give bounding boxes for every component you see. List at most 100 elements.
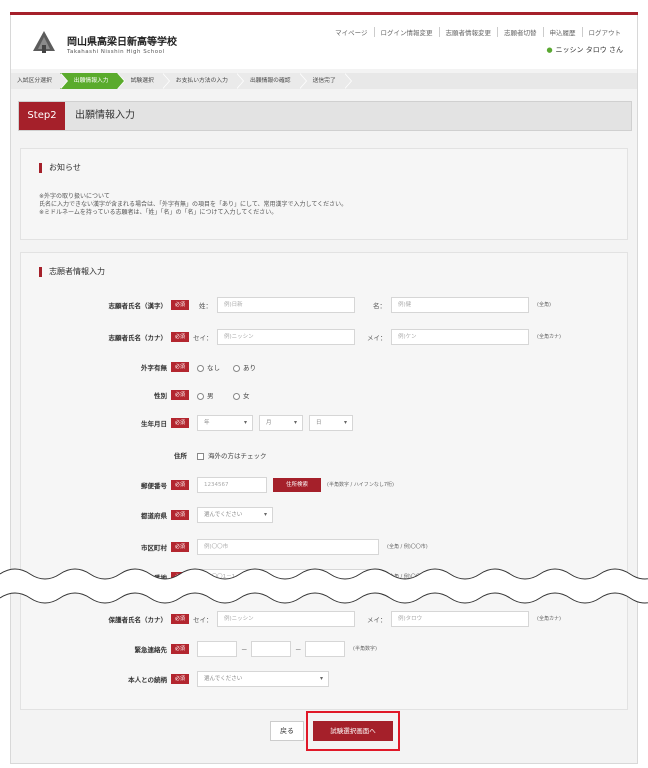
- phone-part2-input[interactable]: [251, 641, 291, 657]
- user-info: ● ニッシン タロウ さん: [546, 45, 623, 55]
- note-city: (全角 / 例)〇〇市): [387, 544, 428, 550]
- nav-history[interactable]: 申込履歴: [542, 27, 582, 37]
- mei-label: 名：: [373, 302, 386, 310]
- guardian-sei-label: セイ：: [193, 616, 213, 624]
- notice-line: ※ミドルネームを持っている志願者は、「姓」「名」の「名」につけて入力してください…: [39, 209, 278, 216]
- row-gaiji: 外字有無 必須 なし あり: [21, 359, 629, 375]
- radio-icon[interactable]: [233, 364, 240, 372]
- birth-month-select[interactable]: 月 ▾: [259, 415, 303, 431]
- label-gender: 性別: [154, 392, 167, 400]
- label-birthdate: 生年月日: [141, 420, 167, 428]
- notice-line: ※外字の取り扱いについて: [39, 193, 110, 200]
- phone-part3-input[interactable]: [305, 641, 345, 657]
- school-name[interactable]: 岡山県高梁日新高等学校: [67, 33, 177, 48]
- step-4: お支払い方法の入力: [161, 73, 245, 89]
- nav-applicant-info[interactable]: 志願者情報変更: [438, 27, 498, 37]
- applicant-form-panel: 志願者情報入力 志願者氏名（漢字） 必須 姓： 例)日新 名： 例)健 (全角)…: [20, 252, 628, 710]
- required-badge: 必須: [171, 418, 189, 428]
- birth-day-select[interactable]: 日 ▾: [309, 415, 353, 431]
- back-button[interactable]: 戻る: [270, 721, 304, 741]
- row-address: 住所 海外の方はチェック: [21, 447, 629, 463]
- label-prefecture: 都道府県: [141, 512, 167, 520]
- sei-input[interactable]: 例)日新: [217, 297, 355, 313]
- sei-kana-input[interactable]: 例)ニッシン: [217, 329, 355, 345]
- gender-male-radio[interactable]: 男: [197, 390, 214, 400]
- required-badge: 必須: [171, 644, 189, 654]
- overseas-checkbox[interactable]: 海外の方はチェック: [197, 450, 267, 460]
- notice-panel: お知らせ ※外字の取り扱いについて 氏名に入力できない漢字が含まれる場合は、「外…: [20, 148, 628, 240]
- label-address: 住所: [174, 452, 187, 460]
- radio-icon[interactable]: [197, 364, 204, 372]
- row-emergency: 緊急連絡先 必須 － － (半角数字): [21, 641, 629, 657]
- chevron-down-icon: ▾: [243, 419, 247, 426]
- step-1: 入試区分選択: [11, 73, 68, 89]
- notice-line: 氏名に入力できない漢字が含まれる場合は、「外字有無」の項目を「あり」にして、常用…: [39, 201, 348, 208]
- row-birthdate: 生年月日 必須 年 ▾ 月 ▾ 日 ▾: [21, 415, 629, 431]
- step-header: Step2 出願情報入力: [18, 101, 632, 131]
- row-gender: 性別 必須 男 女: [21, 387, 629, 403]
- guardian-mei-input[interactable]: 例)タロウ: [391, 611, 529, 627]
- required-badge: 必須: [171, 480, 189, 490]
- label-name-kana: 志願者氏名（カナ）: [108, 334, 168, 342]
- label-name-kanji: 志願者氏名（漢字）: [108, 302, 168, 310]
- school-name-en: Takahashi Nisshin High School: [67, 49, 165, 55]
- nav-mypage[interactable]: マイページ: [329, 27, 373, 37]
- top-nav: マイページ ログイン情報変更 志願者情報変更 志願者切替 申込履歴 ログアウト: [329, 27, 627, 37]
- nav-login-info[interactable]: ログイン情報変更: [373, 27, 439, 37]
- step-badge: Step2: [19, 102, 65, 130]
- form-title: 志願者情報入力: [39, 267, 105, 277]
- note-fullwidth: (全角): [537, 302, 551, 308]
- notice-text: ※外字の取り扱いについて 氏名に入力できない漢字が含まれる場合は、「外字有無」の…: [39, 193, 347, 217]
- radio-icon[interactable]: [233, 392, 240, 400]
- guardian-sei-input[interactable]: 例)ニッシン: [217, 611, 355, 627]
- sei-label: 姓：: [199, 302, 212, 310]
- row-zip: 郵便番号 必須 1234567 住所検索 (半角数字 / ハイフンなし7桁): [21, 477, 629, 493]
- nav-switch-applicant[interactable]: 志願者切替: [497, 27, 543, 37]
- gender-female-radio[interactable]: 女: [233, 390, 250, 400]
- chevron-down-icon: ▾: [319, 675, 323, 682]
- row-name-kanji: 志願者氏名（漢字） 必須 姓： 例)日新 名： 例)健 (全角): [21, 297, 629, 313]
- phone-dash: －: [241, 646, 248, 654]
- address-search-button[interactable]: 住所検索: [273, 478, 321, 492]
- relation-select[interactable]: 選んでください ▾: [197, 671, 329, 687]
- label-gaiji: 外字有無: [141, 364, 167, 372]
- notice-title: お知らせ: [39, 163, 81, 173]
- phone-dash: －: [295, 646, 302, 654]
- radio-icon[interactable]: [197, 392, 204, 400]
- required-badge: 必須: [171, 362, 189, 372]
- birth-year-select[interactable]: 年 ▾: [197, 415, 253, 431]
- required-badge: 必須: [171, 614, 189, 624]
- row-name-kana: 志願者氏名（カナ） 必須 セイ： 例)ニッシン メイ： 例)ケン (全角カナ): [21, 329, 629, 345]
- row-city: 市区町村 必須 例)〇〇市 (全角 / 例)〇〇市): [21, 539, 629, 555]
- gaiji-none-radio[interactable]: なし: [197, 362, 220, 372]
- section-break-wave: [0, 568, 648, 604]
- mei-input[interactable]: 例)健: [391, 297, 529, 313]
- city-input[interactable]: 例)〇〇市: [197, 539, 379, 555]
- mei-kana-input[interactable]: 例)ケン: [391, 329, 529, 345]
- user-pin-icon: ●: [546, 46, 553, 54]
- gaiji-yes-radio[interactable]: あり: [233, 362, 256, 372]
- label-emergency: 緊急連絡先: [134, 646, 168, 654]
- label-city: 市区町村: [141, 544, 167, 552]
- highlight-box: [306, 711, 400, 751]
- required-badge: 必須: [171, 542, 189, 552]
- chevron-down-icon: ▾: [293, 419, 297, 426]
- label-guardian-kana: 保護者氏名（カナ）: [108, 616, 168, 624]
- zip-input[interactable]: 1234567: [197, 477, 267, 493]
- nav-logout[interactable]: ログアウト: [581, 27, 628, 37]
- progress-steps: 入試区分選択 出願情報入力 試験選択 お支払い方法の入力 出願情報の確認 送信完…: [11, 73, 637, 89]
- guardian-mei-label: メイ：: [367, 616, 387, 624]
- user-name: ニッシン タロウ さん: [555, 46, 623, 54]
- page-title: 出願情報入力: [75, 110, 135, 121]
- label-zip: 郵便番号: [141, 482, 167, 490]
- row-prefecture: 都道府県 必須 選んでください ▾: [21, 507, 629, 523]
- note-zip: (半角数字 / ハイフンなし7桁): [327, 482, 394, 488]
- step-5: 出願情報の確認: [235, 73, 307, 89]
- prefecture-select[interactable]: 選んでください ▾: [197, 507, 273, 523]
- step-2-active: 出願情報入力: [59, 73, 125, 89]
- label-relation: 本人との続柄: [128, 676, 167, 684]
- phone-part1-input[interactable]: [197, 641, 237, 657]
- required-badge: 必須: [171, 390, 189, 400]
- checkbox-icon[interactable]: [197, 452, 204, 460]
- sei-kana-label: セイ：: [193, 334, 213, 342]
